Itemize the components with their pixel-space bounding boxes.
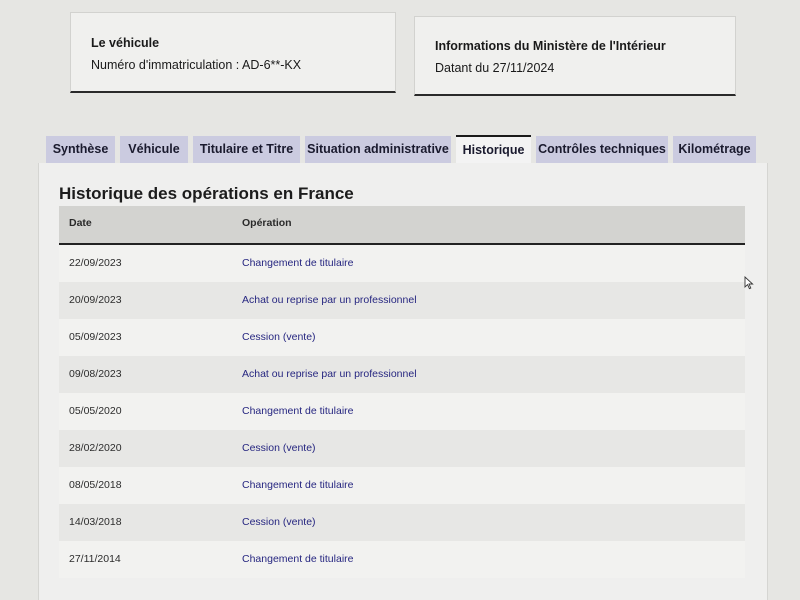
table-row: 05/09/2023 Cession (vente)	[59, 319, 745, 356]
row-operation: Changement de titulaire	[242, 479, 354, 491]
vehicle-card-title: Le véhicule	[91, 36, 160, 50]
ministry-info-card: Informations du Ministère de l'Intérieur…	[414, 16, 736, 96]
table-row: 14/03/2018 Cession (vente)	[59, 504, 745, 541]
ministry-date-text: Datant du 27/11/2024	[435, 61, 555, 75]
tab-controles-techniques[interactable]: Contrôles techniques	[536, 136, 668, 163]
row-operation: Changement de titulaire	[242, 405, 354, 417]
row-operation: Cession (vente)	[242, 442, 316, 454]
row-date: 05/05/2020	[69, 405, 122, 417]
row-date: 28/02/2020	[69, 442, 122, 454]
table-row: 28/02/2020 Cession (vente)	[59, 430, 745, 467]
table-row: 27/11/2014 Changement de titulaire	[59, 541, 745, 578]
vehicle-info-card: Le véhicule Numéro d'immatriculation : A…	[70, 12, 396, 93]
table-row: 20/09/2023 Achat ou reprise par un profe…	[59, 282, 745, 319]
row-date: 05/09/2023	[69, 331, 122, 343]
tab-titulaire-et-titre[interactable]: Titulaire et Titre	[193, 136, 300, 163]
tab-historique[interactable]: Historique	[456, 135, 531, 165]
row-date: 20/09/2023	[69, 294, 122, 306]
table-row: 08/05/2018 Changement de titulaire	[59, 467, 745, 504]
row-date: 14/03/2018	[69, 516, 122, 528]
tab-synthese[interactable]: Synthèse	[46, 136, 115, 163]
tab-situation-administrative[interactable]: Situation administrative	[305, 136, 451, 163]
table-row: 09/08/2023 Achat ou reprise par un profe…	[59, 356, 745, 393]
table-row: 22/09/2023 Changement de titulaire	[59, 245, 745, 282]
row-operation: Changement de titulaire	[242, 553, 354, 565]
row-date: 08/05/2018	[69, 479, 122, 491]
row-date: 22/09/2023	[69, 257, 122, 269]
tab-bar: Synthèse Véhicule Titulaire et Titre Sit…	[46, 135, 760, 166]
row-operation: Cession (vente)	[242, 331, 316, 343]
column-header-operation: Opération	[242, 217, 292, 229]
row-date: 27/11/2014	[69, 553, 121, 565]
history-panel: Historique des opérations en France Date…	[38, 163, 768, 600]
history-title: Historique des opérations en France	[59, 184, 354, 203]
tab-vehicule[interactable]: Véhicule	[120, 136, 188, 163]
row-operation: Cession (vente)	[242, 516, 316, 528]
tab-kilometrage[interactable]: Kilométrage	[673, 136, 756, 163]
ministry-card-title: Informations du Ministère de l'Intérieur	[435, 39, 666, 53]
column-header-date: Date	[69, 217, 92, 229]
table-header: Date Opération	[59, 206, 745, 245]
table-row: 05/05/2020 Changement de titulaire	[59, 393, 745, 430]
row-operation: Achat ou reprise par un professionnel	[242, 368, 417, 380]
row-operation: Changement de titulaire	[242, 257, 354, 269]
row-date: 09/08/2023	[69, 368, 122, 380]
row-operation: Achat ou reprise par un professionnel	[242, 294, 417, 306]
mouse-cursor-icon	[744, 276, 754, 290]
plate-number-text: Numéro d'immatriculation : AD-6**-KX	[91, 58, 302, 72]
history-table: Date Opération 22/09/2023 Changement de …	[59, 206, 745, 578]
